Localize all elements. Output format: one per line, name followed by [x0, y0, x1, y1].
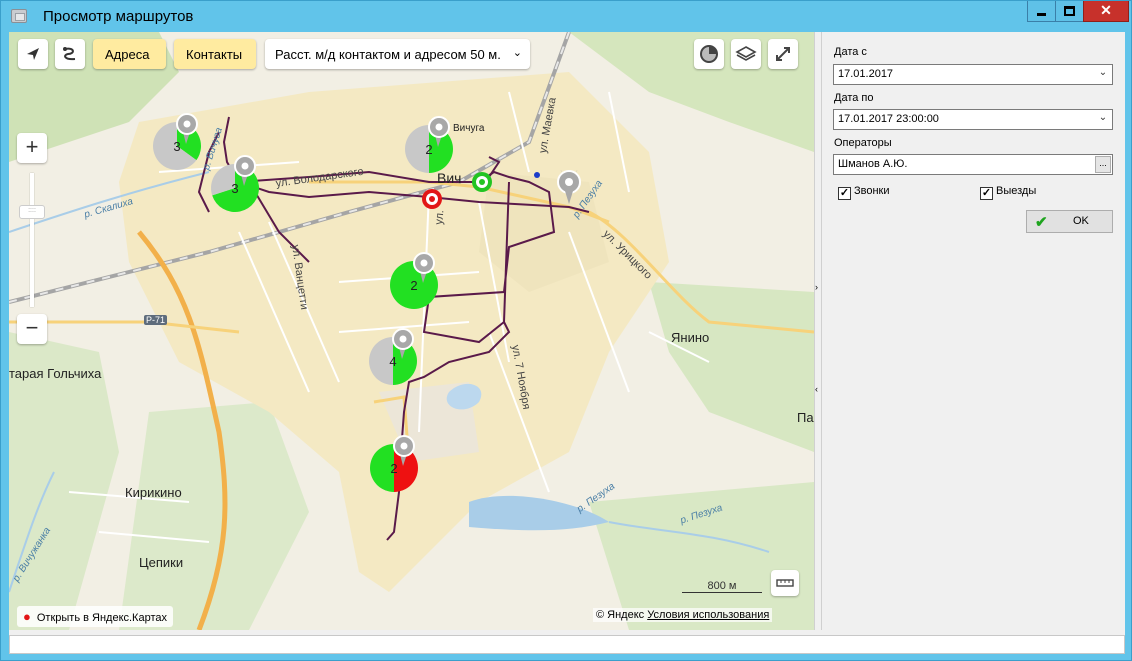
checkbox-checked-icon: ✓ — [980, 187, 993, 200]
cluster-marker[interactable]: 2 — [390, 252, 438, 309]
route-icon — [63, 47, 76, 61]
date-from-label: Дата с — [834, 46, 867, 58]
cluster-count: 2 — [425, 142, 432, 157]
traffic-icon — [700, 45, 718, 63]
cluster-count: 2 — [410, 278, 417, 293]
operators-label: Операторы — [834, 137, 892, 149]
close-icon: ✕ — [1100, 2, 1112, 18]
zoom-control: + :::: − — [17, 133, 47, 345]
layers-button[interactable] — [731, 39, 761, 69]
client-area: Вич Вичуга Янино тарая Гольчиха Кирикино… — [9, 32, 1125, 654]
copyright-label: © Яндекс — [596, 609, 645, 621]
layers-icon — [735, 46, 757, 61]
browse-button[interactable]: ... — [1095, 156, 1111, 173]
ruler-icon — [776, 579, 794, 587]
open-link-label: Открыть в Яндекс.Картах — [36, 612, 167, 624]
minimize-button[interactable] — [1027, 1, 1055, 22]
zoom-out-button[interactable]: − — [17, 314, 47, 344]
scale-bar: 800 м — [682, 580, 762, 593]
operators-field[interactable]: Шманов А.Ю. ... — [833, 154, 1113, 175]
zoom-slider-track[interactable] — [30, 173, 34, 307]
map-view[interactable]: Вич Вичуга Янино тарая Гольчиха Кирикино… — [9, 32, 814, 630]
ruler-button[interactable] — [771, 570, 799, 596]
cluster-count: 3 — [231, 181, 238, 196]
title-bar[interactable]: Просмотр маршрутов ✕ — [1, 1, 1131, 32]
distance-select-value: Расст. м/д контактом и адресом 50 м. — [275, 47, 501, 62]
minimize-icon — [1037, 13, 1046, 16]
maximize-button[interactable] — [1055, 1, 1083, 22]
navigation-arrow-icon — [27, 48, 39, 60]
scale-label: 800 м — [682, 580, 762, 593]
terms-link[interactable]: Условия использования — [647, 609, 769, 621]
app-window: Просмотр маршрутов ✕ Вич Вичуга Янино та… — [0, 0, 1132, 661]
date-to-value: 17.01.2017 23:00:00 — [838, 113, 939, 125]
date-to-picker[interactable]: 17.01.2017 23:00:00 ⌄ — [833, 109, 1113, 130]
filter-panel: Дата с 17.01.2017 ⌄ Дата по 17.01.2017 2… — [822, 32, 1125, 630]
traffic-button[interactable] — [694, 39, 724, 69]
date-from-value: 17.01.2017 — [838, 68, 894, 80]
app-icon — [11, 9, 27, 23]
contacts-button[interactable]: Контакты — [174, 39, 256, 69]
maximize-icon — [1064, 6, 1075, 16]
ok-label: OK — [1073, 215, 1089, 227]
chevron-down-icon: ⌄ — [1098, 67, 1108, 78]
calls-checkbox[interactable]: ✓ Звонки — [838, 185, 890, 200]
fullscreen-button[interactable] — [768, 39, 798, 69]
chevron-left-icon[interactable]: ‹ — [815, 384, 818, 394]
status-bar — [9, 635, 1125, 654]
distance-select[interactable]: Расст. м/д контактом и адресом 50 м. ⌄ — [265, 39, 530, 69]
addresses-button[interactable]: Адреса — [93, 39, 166, 69]
cluster-marker[interactable]: 4 — [369, 328, 417, 385]
checkbox-checked-icon: ✓ — [838, 187, 851, 200]
checkmark-icon: ✔ — [1035, 214, 1048, 231]
operators-value: Шманов А.Ю. — [838, 158, 908, 170]
expand-icon — [776, 47, 790, 61]
zoom-in-button[interactable]: + — [17, 133, 47, 163]
ok-button[interactable]: ✔ OK — [1026, 210, 1113, 233]
cluster-markers-svg: 3 3 2 2 4 2 — [153, 113, 453, 492]
cluster-marker[interactable]: 2 — [405, 116, 453, 173]
zoom-slider-thumb[interactable]: :::: — [19, 205, 45, 219]
minus-icon: − — [25, 315, 39, 340]
cluster-marker[interactable]: 2 — [370, 435, 418, 492]
cluster-marker[interactable]: 3 — [153, 113, 201, 171]
route-button[interactable] — [55, 39, 85, 69]
chevron-down-icon: ⌄ — [1098, 112, 1108, 123]
date-from-picker[interactable]: 17.01.2017 ⌄ — [833, 64, 1113, 85]
cluster-count: 3 — [173, 139, 180, 154]
close-button[interactable]: ✕ — [1083, 1, 1129, 22]
copyright: © Яндекс Условия использования — [593, 608, 773, 622]
chevron-right-icon[interactable]: › — [815, 282, 818, 292]
cluster-count: 2 — [390, 461, 397, 476]
locate-button[interactable] — [18, 39, 48, 69]
map-pin-icon: ● — [23, 609, 31, 624]
cluster-count: 4 — [389, 354, 396, 369]
calls-label: Звонки — [854, 185, 890, 197]
cluster-marker[interactable]: 3 — [211, 155, 260, 212]
date-to-label: Дата по — [834, 92, 874, 104]
chevron-down-icon: ⌄ — [512, 47, 522, 59]
open-in-yandex-link[interactable]: ● Открыть в Яндекс.Картах — [17, 606, 173, 627]
window-title: Просмотр маршрутов — [43, 8, 194, 25]
visits-checkbox[interactable]: ✓ Выезды — [980, 185, 1036, 200]
plus-icon: + — [25, 134, 39, 159]
panel-splitter[interactable]: › ‹ — [814, 32, 822, 630]
visits-label: Выезды — [996, 185, 1037, 197]
